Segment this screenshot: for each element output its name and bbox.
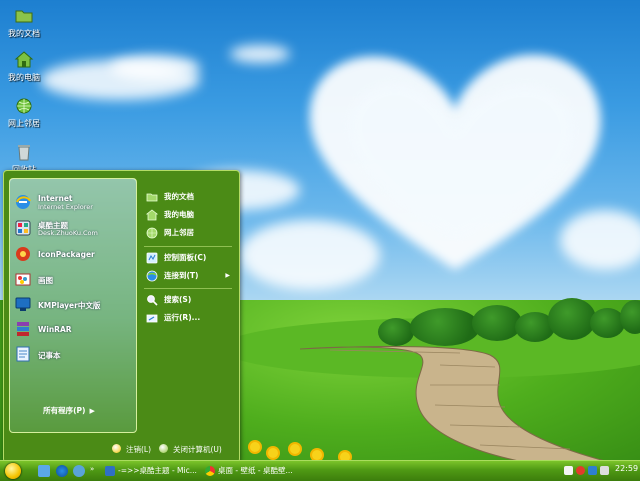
start-right-control-panel[interactable]: 控制面板(C) <box>144 250 234 266</box>
start-item-subtitle: Internet Explorer <box>38 203 93 211</box>
taskbar-task-chrome[interactable]: 桌面 - 壁纸 - 桌酷壁... <box>202 463 314 479</box>
start-right-search[interactable]: 搜索(S) <box>144 292 234 308</box>
computer-icon <box>14 51 34 68</box>
start-item-kmplayer[interactable]: KMPlayer中文版 <box>10 293 128 317</box>
tray-network-icon[interactable] <box>588 466 597 475</box>
start-right-run[interactable]: 运行(R)... <box>144 310 234 326</box>
clock[interactable]: 22:59 <box>615 461 638 477</box>
start-item-title: 画图 <box>38 276 53 285</box>
power-icon <box>159 444 168 453</box>
start-button[interactable] <box>5 463 21 479</box>
quicklaunch-chevron-icon[interactable]: » <box>90 465 94 473</box>
desktop-icon-label: 我的文档 <box>8 29 40 38</box>
desktop-icon-label: 网上邻居 <box>8 119 40 128</box>
start-right-label: 我的电脑 <box>164 210 194 219</box>
start-right-label: 我的文档 <box>164 192 194 201</box>
desktop-icon-label: 我的电脑 <box>8 73 40 82</box>
recycle-bin-icon <box>18 145 30 161</box>
tray-security-icon[interactable] <box>576 466 585 475</box>
search-icon <box>147 295 158 306</box>
start-right-separator <box>144 288 232 289</box>
tray-volume-icon[interactable] <box>600 466 609 475</box>
start-right-my-documents[interactable]: 我的文档 <box>144 189 234 205</box>
globe-icon <box>146 270 158 282</box>
start-right-separator <box>144 246 232 247</box>
taskbar-task-label: 桌面 - 壁纸 - 桌酷壁... <box>218 466 293 475</box>
start-item-title: IconPackager <box>38 250 95 259</box>
logoff-label: 注销(L) <box>126 445 152 454</box>
logoff-button[interactable]: 注销(L) <box>112 443 151 457</box>
logoff-icon <box>112 444 121 453</box>
folder-icon <box>15 10 33 23</box>
start-menu: Internet Internet Explorer 桌酷主题 Desk.Zhu… <box>3 170 240 463</box>
chrome-icon <box>205 466 215 476</box>
taskbar: » -=>>桌酷主题 - Mic... 桌面 - 壁纸 - 桌酷壁... 22:… <box>0 460 640 481</box>
start-item-notepad[interactable]: 记事本 <box>10 343 128 367</box>
all-programs-button[interactable]: 所有程序(P) ▶ <box>12 403 126 419</box>
desktop-icon-my-documents[interactable]: 我的文档 <box>4 6 44 39</box>
word-icon <box>105 466 115 476</box>
notepad-icon <box>16 346 30 362</box>
control-panel-icon <box>146 252 158 264</box>
kmplayer-icon <box>15 297 31 311</box>
iconpackager-icon <box>16 247 30 261</box>
zhuoku-icon <box>15 220 31 236</box>
start-item-paint[interactable]: 画图 <box>10 268 128 292</box>
run-icon <box>146 314 158 323</box>
network-icon <box>16 98 32 114</box>
start-item-zhuoku[interactable]: 桌酷主题 Desk.ZhuoKu.Com <box>10 217 128 241</box>
start-right-label: 控制面板(C) <box>164 253 207 262</box>
start-right-network[interactable]: 网上邻居 <box>144 225 234 241</box>
start-item-title: WinRAR <box>38 325 72 334</box>
shutdown-button[interactable]: 关闭计算机(U) <box>159 443 222 457</box>
start-item-title: 记事本 <box>38 351 61 360</box>
start-right-label: 搜索(S) <box>164 295 192 304</box>
chevron-right-icon: ▶ <box>89 407 95 415</box>
shutdown-label: 关闭计算机(U) <box>173 445 222 454</box>
folder-icon <box>146 193 158 202</box>
quicklaunch-media-icon[interactable] <box>73 465 85 477</box>
start-right-label: 连接到(T) <box>164 271 199 280</box>
start-right-connect-to[interactable]: 连接到(T) ▶ <box>144 268 234 284</box>
start-item-title: KMPlayer中文版 <box>38 301 101 310</box>
start-item-winrar[interactable]: WinRAR <box>10 318 128 342</box>
heart-cloud <box>309 54 601 271</box>
computer-icon <box>146 209 158 221</box>
start-item-iconpackager[interactable]: IconPackager <box>10 243 128 267</box>
taskbar-task-word[interactable]: -=>>桌酷主题 - Mic... <box>102 463 198 479</box>
start-item-internet-explorer[interactable]: Internet Internet Explorer <box>10 191 128 215</box>
start-item-title: Internet <box>38 194 73 203</box>
winrar-icon <box>17 322 29 336</box>
network-icon <box>146 227 158 239</box>
start-item-subtitle: Desk.ZhuoKu.Com <box>38 229 98 237</box>
quicklaunch-desktop-icon[interactable] <box>38 465 50 477</box>
internet-explorer-icon <box>16 195 31 209</box>
start-right-label: 运行(R)... <box>164 313 201 322</box>
tray-app-icon[interactable] <box>564 466 573 475</box>
all-programs-label: 所有程序(P) <box>43 406 86 415</box>
desktop-icon-network[interactable]: 网上邻居 <box>4 96 44 129</box>
start-right-label: 网上邻居 <box>164 228 194 237</box>
quicklaunch-internet-explorer-icon[interactable] <box>56 465 68 477</box>
stone-path <box>300 346 621 465</box>
chevron-right-icon: ▶ <box>225 272 230 279</box>
desktop-icon-my-computer[interactable]: 我的电脑 <box>4 50 44 83</box>
taskbar-task-label: -=>>桌酷主题 - Mic... <box>118 466 197 475</box>
start-right-my-computer[interactable]: 我的电脑 <box>144 207 234 223</box>
paint-icon <box>15 273 31 286</box>
